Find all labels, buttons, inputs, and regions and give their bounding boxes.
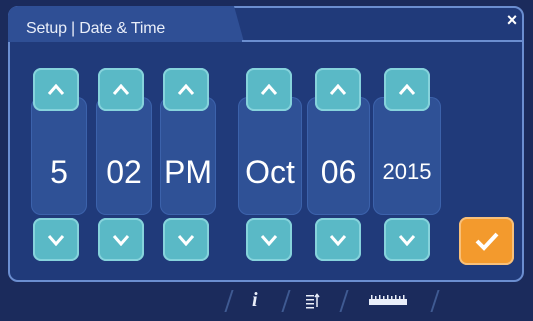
chevron-down-icon <box>260 234 278 246</box>
month-down-button[interactable] <box>246 218 292 261</box>
month-value: Oct <box>245 154 295 190</box>
ampm-down-button[interactable] <box>163 218 209 261</box>
ruler-icon[interactable] <box>369 293 407 305</box>
info-icon[interactable]: i <box>252 289 258 312</box>
chevron-down-icon <box>398 234 416 246</box>
chevron-down-icon <box>47 234 65 246</box>
chevron-up-icon <box>329 83 347 95</box>
chevron-down-icon <box>329 234 347 246</box>
close-icon[interactable]: × <box>502 10 522 30</box>
chevron-up-icon <box>260 83 278 95</box>
chevron-up-icon <box>112 83 130 95</box>
hour-up-button[interactable] <box>33 68 79 111</box>
minute-up-button[interactable] <box>98 68 144 111</box>
hour-value: 5 <box>50 154 68 190</box>
year-value: 2015 <box>382 159 432 184</box>
ampm-up-button[interactable] <box>163 68 209 111</box>
day-down-button[interactable] <box>315 218 361 261</box>
minute-down-button[interactable] <box>98 218 144 261</box>
date-time-setup-screen: Setup | Date & Time × 5 02 PM Oct 06 201… <box>0 0 533 321</box>
chevron-up-icon <box>47 83 65 95</box>
sort-icon[interactable] <box>305 293 321 309</box>
chevron-down-icon <box>177 234 195 246</box>
month-up-button[interactable] <box>246 68 292 111</box>
chevron-up-icon <box>398 83 416 95</box>
day-up-button[interactable] <box>315 68 361 111</box>
chevron-up-icon <box>177 83 195 95</box>
title-tab-divider <box>242 40 524 42</box>
footer-bar <box>0 283 533 321</box>
check-icon <box>475 232 498 251</box>
day-value: 06 <box>320 154 357 190</box>
year-down-button[interactable] <box>384 218 430 261</box>
confirm-button[interactable] <box>459 217 514 265</box>
ampm-value: PM <box>164 154 212 190</box>
chevron-down-icon <box>112 234 130 246</box>
minute-value: 02 <box>106 154 142 190</box>
hour-down-button[interactable] <box>33 218 79 261</box>
year-up-button[interactable] <box>384 68 430 111</box>
page-title: Setup | Date & Time <box>26 20 166 37</box>
